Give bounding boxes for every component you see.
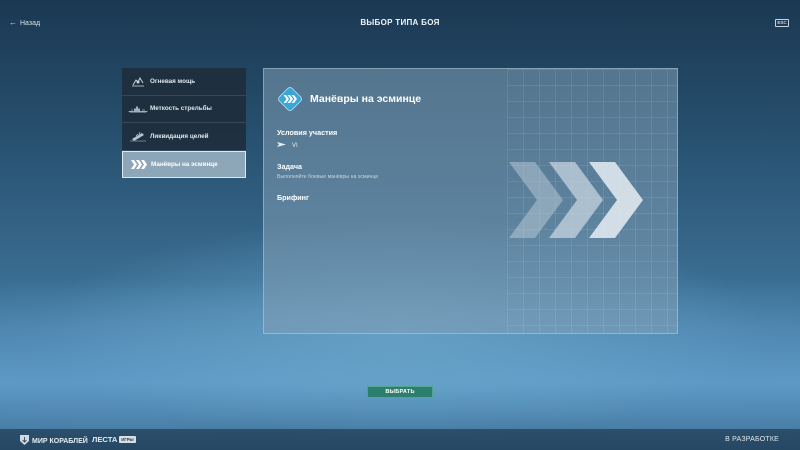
select-button[interactable]: ВЫБРАТЬ — [367, 386, 433, 398]
chevrons-icon — [129, 158, 149, 170]
briefing-heading: Брифинг — [277, 193, 310, 202]
sidebar-item-firepower[interactable]: Огневая мощь — [122, 68, 246, 96]
anchor-shield-icon — [20, 435, 29, 447]
sidebar-item-label: Огневая мощь — [150, 77, 196, 85]
sidebar-item-accuracy[interactable]: Меткость стрельбы — [122, 95, 246, 123]
mode-chevrons-illustration — [509, 162, 643, 238]
requirements-row: VI — [277, 142, 298, 149]
publisher-logo-text: ЛЕСТА — [92, 435, 118, 444]
game-logo-text: МИР КОРАБЛЕЙ — [32, 437, 88, 445]
publisher-logo: ЛЕСТА ИГРЫ — [92, 435, 136, 444]
mode-title: Манёвры на эсминце — [310, 93, 422, 105]
sidebar-item-target-elimination[interactable]: Ликвидация целей — [122, 123, 246, 151]
top-bar: ← Назад ВЫБОР ТИПА БОЯ ESC — [0, 0, 800, 46]
dev-status-label: В РАЗРАБОТКЕ — [725, 436, 779, 443]
page-title: ВЫБОР ТИПА БОЯ — [360, 18, 440, 27]
sidebar-item-label: Ликвидация целей — [150, 132, 209, 140]
task-text: Выполняйте боевые манёвры на эсминце — [277, 174, 379, 180]
conditions-heading: Условия участия — [277, 128, 338, 137]
tier-value: VI — [292, 142, 298, 149]
ship-silhouette-icon — [128, 103, 148, 115]
sidebar-item-label: Манёвры на эсминце — [151, 160, 218, 168]
sinking-ship-icon — [128, 130, 148, 142]
task-heading: Задача — [277, 162, 303, 171]
publisher-tag: ИГРЫ — [119, 436, 136, 443]
battle-type-list: Огневая мощь Меткость стрельбы Ликвидаци… — [122, 68, 246, 178]
destroyer-class-icon — [277, 142, 286, 149]
game-logo: МИР КОРАБЛЕЙ — [20, 435, 88, 447]
mode-details-panel: Манёвры на эсминце Условия участия VI За… — [263, 68, 678, 334]
mode-badge-icon — [277, 86, 303, 112]
sidebar-item-label: Меткость стрельбы — [150, 105, 212, 113]
esc-key-icon[interactable]: ESC — [775, 19, 789, 27]
sidebar-item-destroyer-maneuvers[interactable]: Манёвры на эсминце — [122, 150, 246, 178]
footer: МИР КОРАБЛЕЙ ЛЕСТА ИГРЫ В РАЗРАБОТКЕ — [0, 429, 800, 450]
firepower-icon — [128, 75, 148, 87]
